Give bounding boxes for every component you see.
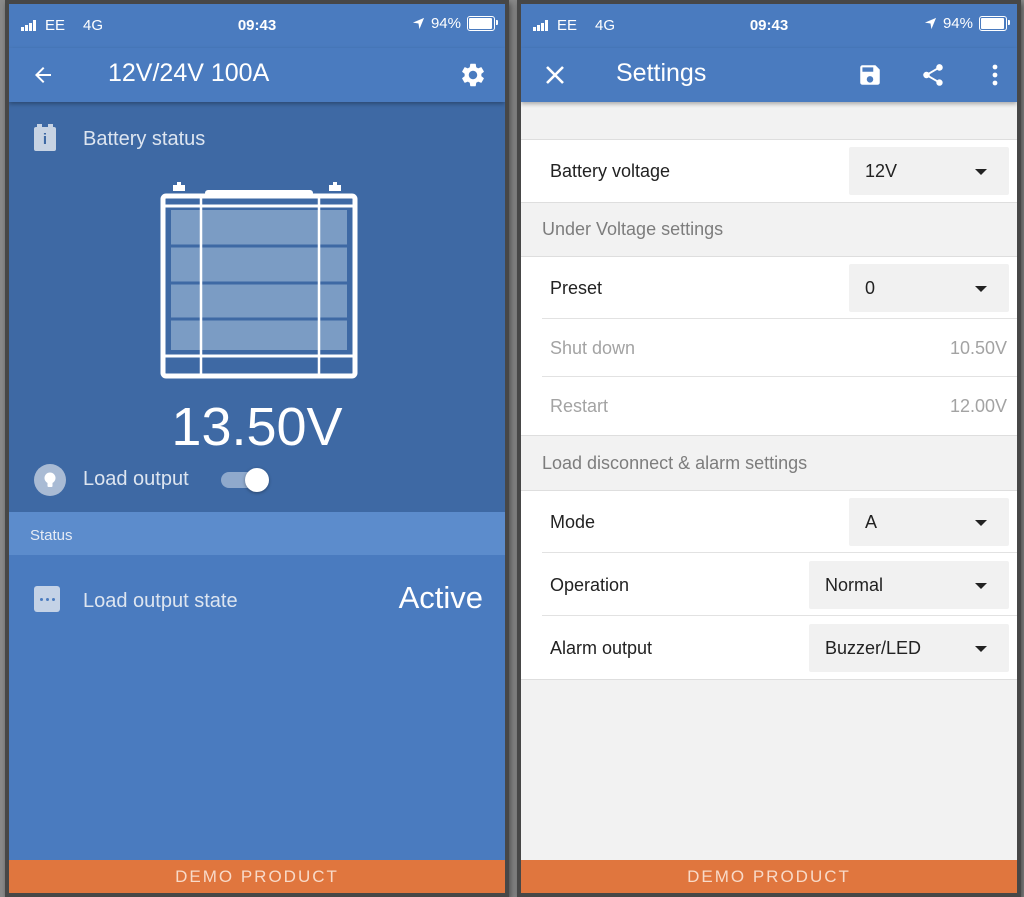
battery-percent: 94%	[942, 15, 973, 32]
arrow-left-icon	[35, 67, 51, 83]
settings-title: Settings	[616, 59, 707, 87]
share-button[interactable]	[913, 55, 953, 95]
save-icon	[860, 65, 880, 85]
toggle-knob	[245, 468, 269, 492]
settings-button[interactable]	[453, 55, 493, 95]
restart-label: Restart	[550, 396, 609, 416]
load-output-state-value: Active	[398, 580, 483, 615]
status-bar: EE 4G 09:43 94%	[521, 4, 1017, 48]
mode-label: Mode	[550, 512, 596, 532]
preset-select[interactable]: 0	[849, 264, 1009, 312]
lightbulb-icon	[34, 464, 66, 496]
chevron-down-icon	[975, 583, 987, 589]
info-icon: i	[34, 124, 56, 151]
phone-battery-icon	[467, 16, 498, 31]
mode-select[interactable]: A	[849, 498, 1009, 546]
phone-battery-icon	[979, 16, 1010, 31]
overflow-menu-button[interactable]	[975, 55, 1015, 95]
load-output-label: Load output	[83, 468, 189, 490]
settings-screen: EE 4G 09:43 94% Settings Battery voltage	[517, 0, 1021, 897]
battery-status-panel: i Battery status 13.50V Load output	[9, 102, 505, 512]
load-output-state-label: Load output state	[83, 590, 238, 612]
shut-down-value: 10.50V	[949, 338, 1007, 358]
shut-down-label: Shut down	[550, 338, 636, 358]
battery-voltage-row: Battery voltage 12V	[542, 140, 1017, 202]
app-bar: Settings	[521, 48, 1017, 102]
mode-row: Mode A	[542, 491, 1017, 553]
location-arrow-icon	[924, 17, 937, 30]
status-section-label: Status	[30, 527, 73, 544]
demo-product-banner: DEMO PRODUCT	[9, 860, 505, 893]
preset-label: Preset	[550, 278, 603, 298]
load-disconnect-group: Mode A Operation Normal Alarm output Buz…	[521, 490, 1017, 680]
mode-value: A	[865, 512, 878, 532]
battery-voltage-value: 12V	[865, 161, 898, 181]
device-overview-screen: EE 4G 09:43 94% 12V/24V 100A i Battery s…	[5, 0, 509, 897]
location-arrow-icon	[412, 17, 425, 30]
gear-icon	[462, 63, 484, 87]
alarm-output-value: Buzzer/LED	[825, 638, 922, 658]
battery-percent: 94%	[430, 15, 461, 32]
status-section-header: Status	[9, 512, 505, 555]
device-title: 12V/24V 100A	[108, 59, 270, 87]
demo-product-banner: DEMO PRODUCT	[521, 860, 1017, 893]
battery-voltage-group: Battery voltage 12V	[521, 139, 1017, 203]
close-button[interactable]	[535, 55, 575, 95]
alarm-output-select[interactable]: Buzzer/LED	[809, 624, 1009, 672]
operation-value: Normal	[825, 575, 884, 595]
battery-voltage-label: Battery voltage	[550, 161, 671, 181]
battery-status-label: Battery status	[83, 128, 206, 150]
chevron-down-icon	[975, 520, 987, 526]
more-dots-icon	[34, 586, 60, 612]
save-button[interactable]	[850, 55, 890, 95]
restart-row: Restart 12.00V	[542, 377, 1017, 435]
restart-value: 12.00V	[949, 396, 1007, 416]
divider	[542, 615, 1017, 616]
load-output-toggle[interactable]	[221, 468, 269, 492]
under-voltage-header: Under Voltage settings	[542, 219, 724, 239]
operation-row: Operation Normal	[542, 554, 1017, 616]
divider	[542, 552, 1017, 553]
battery-voltage-readout: 13.50V	[171, 397, 343, 457]
preset-row: Preset 0	[542, 257, 1017, 319]
back-button[interactable]	[23, 55, 63, 95]
share-icon	[923, 64, 943, 86]
more-vertical-icon	[992, 64, 998, 86]
close-icon	[546, 66, 564, 84]
alarm-output-row: Alarm output Buzzer/LED	[542, 617, 1017, 679]
load-disconnect-header: Load disconnect & alarm settings	[542, 453, 808, 473]
preset-value: 0	[865, 278, 876, 298]
under-voltage-group: Preset 0 Shut down 10.50V Restart 12.00V	[521, 256, 1017, 436]
chevron-down-icon	[975, 646, 987, 652]
battery-graphic-icon	[160, 182, 358, 379]
battery-voltage-select[interactable]: 12V	[849, 147, 1009, 195]
chevron-down-icon	[975, 286, 987, 292]
chevron-down-icon	[975, 169, 987, 175]
operation-select[interactable]: Normal	[809, 561, 1009, 609]
app-bar: 12V/24V 100A	[9, 48, 505, 102]
status-bar: EE 4G 09:43 94%	[9, 4, 505, 48]
operation-label: Operation	[550, 575, 630, 595]
shut-down-row: Shut down 10.50V	[542, 319, 1017, 377]
alarm-output-label: Alarm output	[550, 638, 653, 658]
settings-list: Battery voltage 12V Under Voltage settin…	[521, 102, 1017, 860]
